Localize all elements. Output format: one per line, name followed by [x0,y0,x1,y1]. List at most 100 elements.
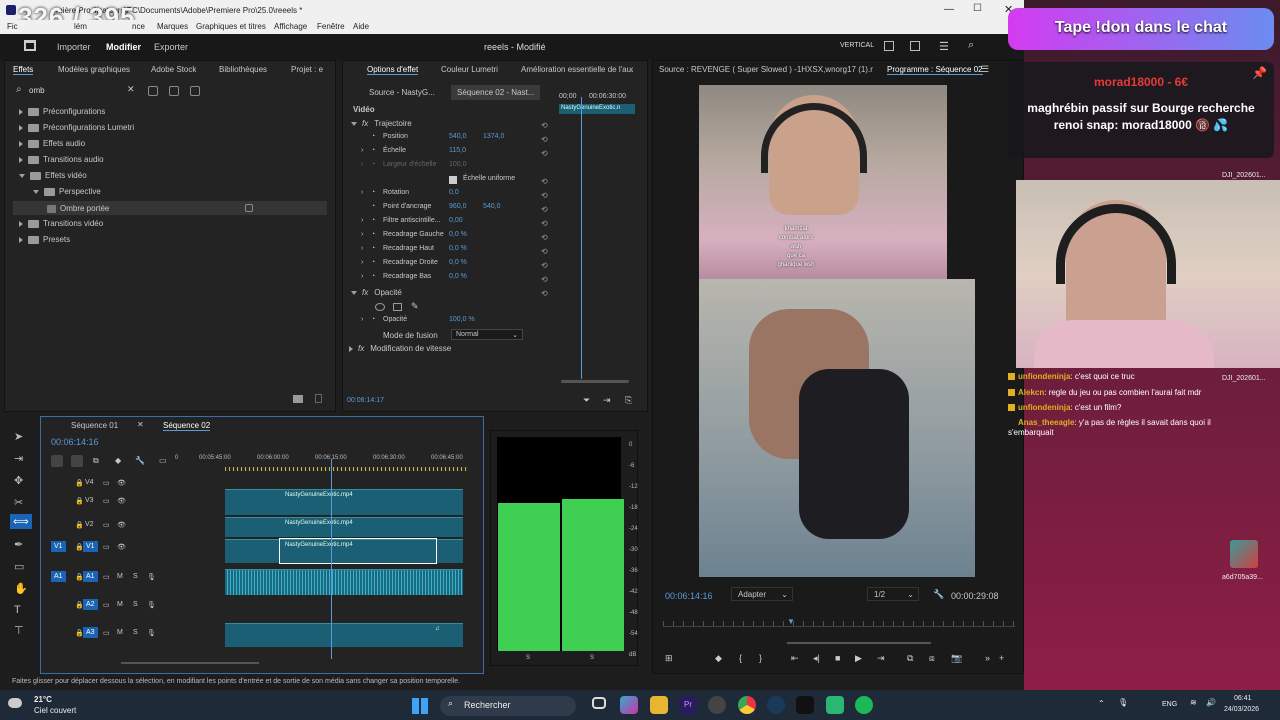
stop-icon[interactable]: ■ [835,653,840,663]
timeline-playhead[interactable] [331,459,332,659]
camera-icon[interactable]: 📷 [951,653,962,664]
timeline-ruler[interactable]: 0 00:05:45:00 00:06:00:00 00:06:15:00 00… [171,455,471,473]
checkbox-checked-icon[interactable] [449,176,457,184]
copilot-icon[interactable] [620,696,638,714]
source-clip-label[interactable]: Source - NastyG... [369,88,435,97]
panel-menu-icon[interactable]: ☰ [981,64,989,75]
property-row[interactable]: ◔ Position 540,0 1374,0 [343,133,543,147]
tab-graphics-templates[interactable]: Modèles graphiques [58,65,130,74]
close-tab-icon[interactable]: ✕ [137,420,144,429]
export-icon[interactable] [910,41,920,51]
property-row[interactable]: › ◔ Recadrage Gauche 0,0 % [343,231,543,245]
tab-essential-audio[interactable]: Amélioration essentielle de l'audio [521,65,633,74]
stopwatch-icon[interactable]: ◔ [371,245,375,252]
taskbar-search[interactable]: ⌕ Rechercher [440,696,576,716]
nest-icon[interactable] [51,455,63,467]
mask-ellipse-icon[interactable] [375,303,385,311]
property-row[interactable]: ◔ Point d'ancrage 960,0 540,0 [343,203,543,217]
stopwatch-icon[interactable]: ◔ [371,189,375,196]
mark-out-icon[interactable]: } [759,653,762,663]
add-button-icon[interactable]: + [999,653,1004,663]
accelerated-filter-icon[interactable] [148,86,158,96]
hand-tool-icon[interactable]: ✋ [14,582,28,595]
tab-effects[interactable]: Effets [13,65,34,75]
tree-item[interactable]: Effets audio [19,139,85,148]
menu-window[interactable]: Fenêtre [317,22,345,31]
property-row[interactable]: › ◔ Recadrage Bas 0,0 % [343,273,543,287]
filter-icon[interactable]: ⏷ [583,395,590,406]
task-view-icon[interactable] [592,697,606,709]
volume-icon[interactable]: 🔊 [1206,698,1216,707]
clock-date[interactable]: 24/03/2026 [1224,706,1259,713]
stopwatch-icon[interactable]: ◔ [371,133,375,140]
play-icon[interactable]: ▶ [855,653,862,664]
tree-item[interactable]: Effets vidéo [19,171,87,180]
program-zoom-bar[interactable] [787,642,931,644]
snap-icon[interactable] [71,455,83,467]
track-select-tool-icon[interactable]: ⇥ [14,452,23,465]
tree-item[interactable]: Préconfigurations [19,107,105,116]
clip-v3[interactable]: NastyGenuineExotic.mp4 [225,489,463,515]
source-tab[interactable]: Source : REVENGE ( Super Slowed ) -1HXSX… [659,65,873,74]
tab-import[interactable]: Importer [57,42,91,52]
weather-desc[interactable]: Ciel couvert [34,706,76,715]
spotify-icon[interactable] [855,696,873,714]
ripple-edit-tool-icon[interactable]: ✥ [14,474,23,487]
uniform-scale-checkbox[interactable]: Échelle uniforme [343,175,543,189]
32bit-filter-icon[interactable] [169,86,179,96]
quality-select[interactable]: 1/2 ⌄ [867,587,919,601]
property-row[interactable]: › ◔ Recadrage Droite 0,0 % [343,259,543,273]
windows-start-icon[interactable] [412,698,428,714]
stopwatch-icon[interactable]: ◔ [371,147,375,154]
go-to-in-icon[interactable]: ⇤ [791,653,799,664]
mic-icon[interactable]: 🎙 [147,573,156,581]
menu-view[interactable]: Affichage [274,22,307,31]
property-row[interactable]: › ◔ Rotation 0,0 [343,189,543,203]
minimize-button[interactable]: — [944,4,954,15]
sequence-clip-label[interactable]: Séquence 02 - Nast... [451,85,541,100]
settings-wrench-icon[interactable]: 🔧 [135,456,145,465]
opacity-group[interactable]: fx Opacité [351,288,402,297]
meter-solo-left[interactable]: S [526,655,530,661]
clip-a1[interactable] [225,569,463,595]
effects-search-input[interactable] [29,84,137,96]
tree-item[interactable]: Transitions audio [19,155,104,164]
speed-group[interactable]: fx Modification de vitesse [349,344,451,353]
rectangle-tool-icon[interactable]: ▭ [14,560,24,573]
more-icon[interactable]: » [985,653,990,663]
mask-pen-icon[interactable]: ✎ [411,301,419,312]
type-tool-icon[interactable]: T [14,604,21,616]
clock-time[interactable]: 06:41 [1234,695,1252,702]
razor-tool-icon[interactable]: ✂ [14,496,23,509]
weather-temp[interactable]: 21°C [34,695,52,704]
menu-sequence[interactable]: nce [132,22,145,31]
menu-edit[interactable]: lém [74,22,87,31]
tab-effect-options[interactable]: Options d'effet [367,65,419,75]
linked-selection-icon[interactable]: ⧉ [93,456,99,466]
caption-tool-icon[interactable]: ⊤ [14,624,24,637]
search-icon[interactable]: ⌕ [968,39,974,52]
menu-help[interactable]: Aide [353,22,369,31]
render-icon[interactable]: ⇥ [603,395,611,406]
selected-clip-outline[interactable] [279,538,437,564]
add-marker-icon[interactable]: ◆ [715,653,722,664]
fit-select[interactable]: Adapter ⌄ [731,587,793,601]
tree-item[interactable]: Presets [19,235,70,244]
file-explorer-icon[interactable] [650,696,668,714]
wrench-icon[interactable]: 🔧 [933,589,944,600]
stopwatch-icon[interactable]: ◔ [371,259,375,266]
clip-v2[interactable]: NastyGenuineExotic.mp4 [225,517,463,537]
premiere-icon[interactable]: Pr [679,696,697,714]
meter-solo-right[interactable]: S [590,655,594,661]
tree-item[interactable]: Préconfigurations Lumetri [19,123,134,132]
steam-icon[interactable] [767,696,785,714]
wifi-icon[interactable]: ≋ [1190,698,1197,707]
menu-file[interactable]: Fic [7,22,18,31]
property-row[interactable]: › ◔ Filtre antiscintille... 0,00 [343,217,543,231]
clip-a3[interactable]: ♫ [225,623,463,647]
program-ruler[interactable] [663,621,1015,627]
lock-icon[interactable]: 🔒 [75,521,84,529]
go-to-out-icon[interactable]: ⇥ [877,653,885,664]
stopwatch-icon[interactable]: ◔ [371,316,375,323]
pen-tool-icon[interactable]: ✒ [14,538,23,551]
